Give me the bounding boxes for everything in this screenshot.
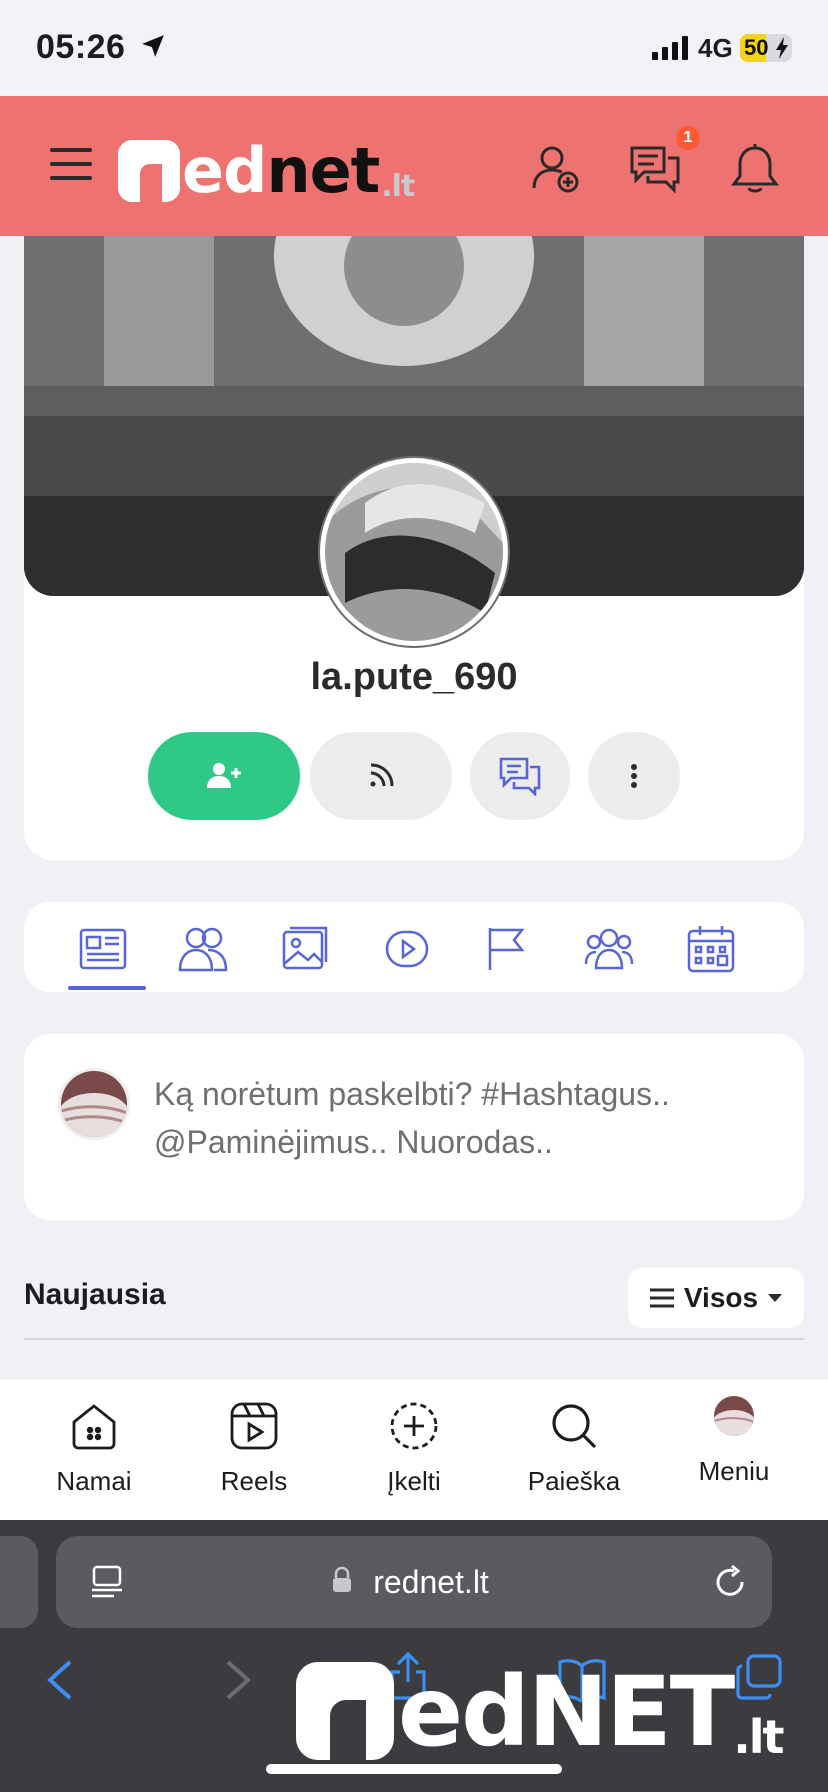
tab-friends-icon[interactable] <box>178 924 228 974</box>
feed-filter-dropdown[interactable]: Visos <box>628 1268 804 1328</box>
messages-icon[interactable] <box>628 142 682 196</box>
search-icon <box>552 1404 597 1449</box>
signal-icon <box>652 36 688 60</box>
tab-posts-newspaper-icon[interactable] <box>78 924 128 974</box>
status-time: 05:26 <box>36 28 126 66</box>
status-bar: 05:26 4G 50 <box>0 0 828 96</box>
network-type: 4G <box>698 33 733 63</box>
add-user-icon <box>207 763 241 788</box>
logo-text-tld: .lt <box>381 169 415 204</box>
upload-icon <box>390 1402 438 1450</box>
logo-text-net: net <box>266 134 380 207</box>
tab-events-calendar-icon[interactable] <box>686 924 736 974</box>
avatar-image <box>61 1071 127 1137</box>
profile-tabs <box>24 902 804 992</box>
more-options-button[interactable] <box>588 732 680 820</box>
notifications-bell-icon[interactable] <box>728 142 782 196</box>
previous-tab-peek[interactable] <box>0 1536 38 1628</box>
message-user-button[interactable] <box>470 732 570 820</box>
battery-indicator: 50 <box>740 34 792 62</box>
tab-groups-icon[interactable] <box>584 924 634 974</box>
hamburger-menu-icon[interactable] <box>50 148 92 180</box>
nav-upload-label: Įkelti <box>387 1466 441 1496</box>
nav-home[interactable]: Namai <box>14 1398 174 1497</box>
profile-username: la.pute_690 <box>310 656 518 698</box>
home-icon <box>72 1404 116 1450</box>
reels-icon <box>230 1402 278 1450</box>
nav-menu[interactable]: Meniu <box>654 1392 814 1487</box>
active-tab-indicator <box>68 986 146 990</box>
reload-icon[interactable] <box>712 1564 748 1600</box>
rednet-logo[interactable]: ed net .lt <box>118 132 415 207</box>
watermark-r-badge <box>296 1662 394 1760</box>
nav-home-label: Namai <box>56 1466 132 1496</box>
avatar-image <box>714 1396 754 1436</box>
profile-avatar[interactable] <box>320 458 508 646</box>
nav-menu-label: Meniu <box>698 1456 770 1486</box>
url-text[interactable]: rednet.lt <box>56 1536 772 1628</box>
messages-badge: 1 <box>676 126 700 150</box>
nav-search-label: Paieška <box>527 1466 621 1496</box>
caret-down-icon <box>768 1294 783 1302</box>
list-icon <box>649 1288 674 1308</box>
bottom-navigation: Namai Reels Įkelti Paieška Meniu <box>0 1380 828 1520</box>
charging-bolt-icon <box>776 37 788 59</box>
tab-pages-flag-icon[interactable] <box>482 924 532 974</box>
back-chevron-icon[interactable] <box>42 1658 78 1702</box>
battery-level: 50 <box>744 35 769 60</box>
rednet-watermark-logo: edNET .lt <box>296 1656 784 1768</box>
follow-button[interactable] <box>148 732 300 820</box>
composer-placeholder[interactable]: Ką norėtum paskelbti? #Hashtagus.. @Pami… <box>154 1070 774 1166</box>
composer-user-avatar <box>58 1068 130 1140</box>
subscribe-feed-button[interactable] <box>310 732 452 820</box>
avatar-image <box>325 463 503 641</box>
app-header: ed net .lt 1 <box>0 96 828 236</box>
nav-search[interactable]: Paieška <box>494 1398 654 1497</box>
forward-chevron-icon[interactable] <box>220 1658 256 1702</box>
tab-photos-icon[interactable] <box>280 924 330 974</box>
feed-title: Naujausia <box>24 1278 166 1311</box>
feed-divider <box>24 1338 804 1340</box>
tab-videos-icon[interactable] <box>382 924 432 974</box>
feed-filter-label: Visos <box>683 1282 759 1313</box>
add-friend-icon[interactable] <box>528 142 582 196</box>
logo-r-badge <box>118 140 180 202</box>
nav-upload[interactable]: Įkelti <box>334 1398 494 1497</box>
rss-icon <box>370 763 394 787</box>
address-bar[interactable]: rednet.lt <box>56 1536 772 1628</box>
home-indicator[interactable] <box>266 1764 562 1774</box>
nav-reels-label: Reels <box>220 1466 288 1496</box>
more-vertical-icon <box>631 764 637 788</box>
logo-text-ed: ed <box>182 134 267 207</box>
nav-reels[interactable]: Reels <box>174 1398 334 1497</box>
chat-bubbles-icon <box>499 757 541 796</box>
location-arrow-icon <box>142 35 164 57</box>
watermark-tld: .lt <box>733 1710 784 1764</box>
avatar <box>714 1396 754 1436</box>
watermark-text: edNET <box>398 1656 735 1768</box>
